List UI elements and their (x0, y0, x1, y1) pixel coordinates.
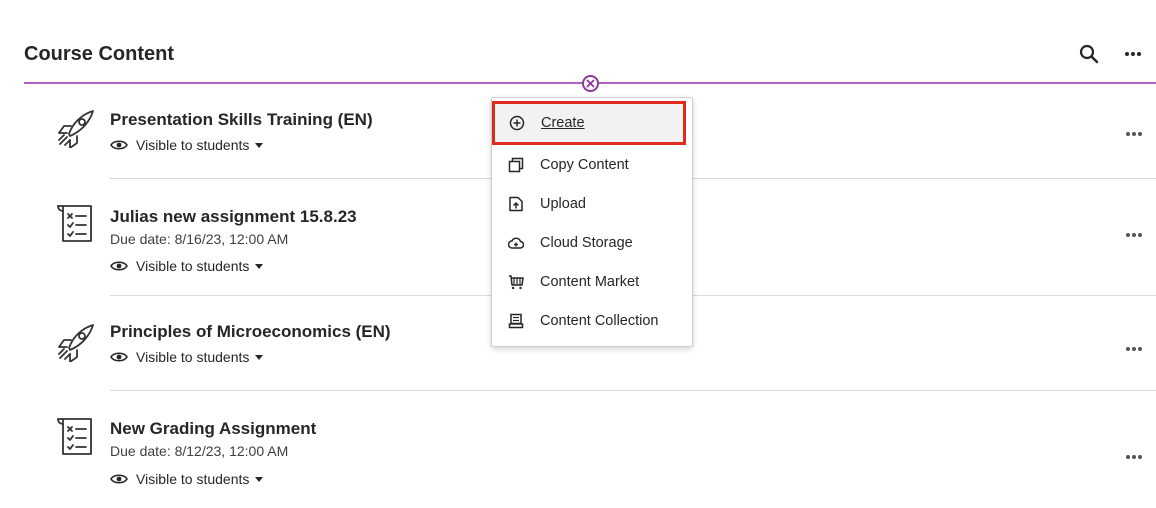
add-content-menu: Create Copy Content Upload Cloud Storage… (491, 97, 693, 347)
visibility-label: Visible to students (136, 471, 250, 487)
content-item-title[interactable]: Principles of Microeconomics (EN) (110, 322, 391, 342)
menu-item-create[interactable]: Create (492, 101, 686, 145)
more-options-icon (1126, 455, 1142, 459)
item-more-options-button[interactable] (1122, 124, 1146, 144)
menu-item-upload[interactable]: Upload (494, 186, 690, 222)
cart-icon (507, 273, 525, 291)
rocket-icon (58, 110, 94, 148)
menu-item-content-collection[interactable]: Content Collection (494, 303, 690, 339)
upload-icon (507, 195, 525, 213)
menu-item-label: Cloud Storage (540, 235, 633, 251)
search-button[interactable] (1077, 42, 1101, 66)
plus-circle-icon (508, 114, 526, 132)
list-item: New Grading Assignment Due date: 8/12/23… (0, 391, 1156, 508)
page-more-options-button[interactable] (1121, 42, 1145, 66)
assignment-icon (57, 418, 92, 455)
eye-icon (110, 261, 128, 271)
due-date: Due date: 8/16/23, 12:00 AM (110, 231, 289, 247)
caret-down-icon (255, 354, 264, 360)
caret-down-icon (255, 263, 264, 269)
item-more-options-button[interactable] (1122, 225, 1146, 245)
content-item-title[interactable]: New Grading Assignment (110, 419, 316, 439)
caret-down-icon (255, 476, 264, 482)
menu-item-label: Content Market (540, 274, 640, 290)
more-options-icon (1126, 132, 1142, 136)
caret-down-icon (255, 142, 264, 148)
due-date: Due date: 8/12/23, 12:00 AM (110, 443, 289, 459)
visibility-label: Visible to students (136, 349, 250, 365)
collection-icon (507, 312, 525, 330)
copy-icon (507, 156, 525, 174)
search-icon (1079, 44, 1099, 64)
menu-item-label: Copy Content (540, 157, 629, 173)
content-item-title[interactable]: Presentation Skills Training (EN) (110, 110, 373, 130)
page-title: Course Content (24, 43, 174, 65)
menu-item-copy-content[interactable]: Copy Content (494, 147, 690, 183)
visibility-dropdown[interactable]: Visible to students (110, 349, 264, 365)
more-options-icon (1125, 52, 1141, 56)
menu-item-content-market[interactable]: Content Market (494, 264, 690, 300)
cloud-icon (507, 234, 525, 252)
more-options-icon (1126, 347, 1142, 351)
eye-icon (110, 474, 128, 484)
visibility-dropdown[interactable]: Visible to students (110, 258, 264, 274)
assignment-icon (57, 205, 92, 242)
menu-item-label: Content Collection (540, 313, 659, 329)
visibility-dropdown[interactable]: Visible to students (110, 137, 264, 153)
content-item-title[interactable]: Julias new assignment 15.8.23 (110, 207, 357, 227)
page-header: Course Content (0, 0, 1156, 84)
more-options-icon (1126, 233, 1142, 237)
item-more-options-button[interactable] (1122, 447, 1146, 467)
visibility-label: Visible to students (136, 137, 250, 153)
item-more-options-button[interactable] (1122, 339, 1146, 359)
eye-icon (110, 352, 128, 362)
menu-item-label: Create (541, 115, 585, 131)
visibility-label: Visible to students (136, 258, 250, 274)
menu-item-cloud-storage[interactable]: Cloud Storage (494, 225, 690, 261)
visibility-dropdown[interactable]: Visible to students (110, 471, 264, 487)
rocket-icon (58, 324, 94, 362)
menu-item-label: Upload (540, 196, 586, 212)
eye-icon (110, 140, 128, 150)
